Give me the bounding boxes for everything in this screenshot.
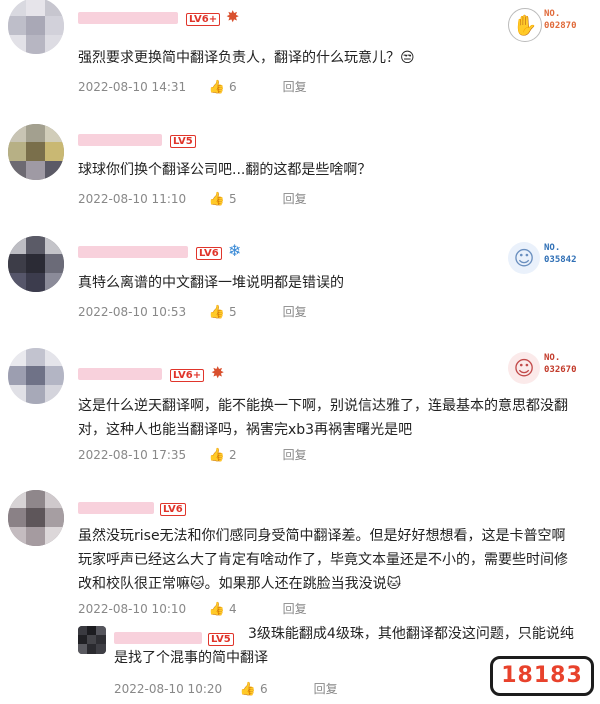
reply-button[interactable]: 回复 xyxy=(283,446,307,463)
username[interactable] xyxy=(78,246,188,258)
comment-item: LV6+ ✸ ☺ NO. 032670 这是什么逆天翻译啊，能不能换一下啊，别说… xyxy=(0,334,600,474)
reply-button[interactable]: 回复 xyxy=(283,303,307,320)
thumbs-up-icon: 👍 xyxy=(239,682,257,697)
comment-meta: 2022-08-10 10:53 👍 5 回复 xyxy=(78,303,307,320)
character-icon: ☺ xyxy=(508,352,540,384)
timestamp: 2022-08-10 10:20 xyxy=(114,682,223,696)
comment-meta: 2022-08-10 10:20 👍 6 回复 xyxy=(114,680,338,697)
timestamp: 2022-08-10 11:10 xyxy=(78,192,187,206)
avatar[interactable] xyxy=(8,348,64,404)
reply-button[interactable]: 回复 xyxy=(314,680,338,697)
like-button[interactable]: 👍 6 xyxy=(240,682,310,697)
paw-icon: ✋ xyxy=(508,8,542,42)
character-icon: ☺ xyxy=(508,242,540,274)
reply-button[interactable]: 回复 xyxy=(283,190,307,207)
timestamp: 2022-08-10 17:35 xyxy=(78,448,187,462)
comment-item: LV6+ ✸ ✋ NO. 002870 强烈要求更换简中翻译负责人，翻译的什么玩… xyxy=(0,0,600,108)
avatar[interactable] xyxy=(8,0,64,54)
medal-icon: ✸ xyxy=(226,7,240,26)
timestamp: 2022-08-10 10:53 xyxy=(78,305,187,319)
reply-button[interactable]: 回复 xyxy=(283,78,307,95)
avatar[interactable] xyxy=(8,124,64,180)
thumbs-up-icon: 👍 xyxy=(208,602,226,617)
avatar[interactable] xyxy=(78,626,106,654)
comment-text: 球球你们换个翻译公司吧...翻的这都是些啥啊？ xyxy=(78,162,372,178)
timestamp: 2022-08-10 10:10 xyxy=(78,602,187,616)
username[interactable] xyxy=(78,12,178,24)
timestamp: 2022-08-10 14:31 xyxy=(78,80,187,94)
like-button[interactable]: 👍 4 xyxy=(209,602,279,617)
avatar[interactable] xyxy=(8,236,64,292)
site-watermark-logo: 18183 xyxy=(490,656,594,696)
level-badge: LV5 xyxy=(170,135,196,148)
member-number-badge: ✋ NO. 002870 xyxy=(508,4,590,42)
cat-emoji-icon: 🐱 xyxy=(386,576,402,592)
level-badge: LV6+ xyxy=(170,369,205,382)
like-button[interactable]: 👍 2 xyxy=(209,448,279,463)
thumbs-up-icon: 👍 xyxy=(208,448,226,463)
like-button[interactable]: 👍 5 xyxy=(209,305,279,320)
medal-icon: ❄ xyxy=(228,241,242,260)
level-badge: LV6+ xyxy=(186,13,221,26)
comment-meta: 2022-08-10 10:10 👍 4 回复 xyxy=(78,600,307,617)
avatar[interactable] xyxy=(8,490,64,546)
comment-text: 真特么离谱的中文翻译一堆说明都是错误的 xyxy=(78,275,344,291)
username[interactable] xyxy=(78,134,162,146)
reply-button[interactable]: 回复 xyxy=(283,600,307,617)
like-button[interactable]: 👍 6 xyxy=(209,80,279,95)
emoji-icon: 😒 xyxy=(400,50,415,66)
thumbs-up-icon: 👍 xyxy=(208,192,226,207)
comment-meta: 2022-08-10 11:10 👍 5 回复 xyxy=(78,190,307,207)
comment-meta: 2022-08-10 17:35 👍 2 回复 xyxy=(78,446,307,463)
thumbs-up-icon: 👍 xyxy=(208,80,226,95)
level-badge: LV6 xyxy=(160,503,186,516)
comment-text: 强烈要求更换简中翻译负责人，翻译的什么玩意儿？😒 xyxy=(78,50,415,66)
comment-text: 这是什么逆天翻译啊，能不能换一下啊，别说信达雅了，连最基本的意思都没翻 对，这种… xyxy=(78,398,568,438)
medal-icon: ✸ xyxy=(211,363,225,382)
username[interactable] xyxy=(78,502,154,514)
thumbs-up-icon: 👍 xyxy=(208,305,226,320)
comment-item: LV5 球球你们换个翻译公司吧...翻的这都是些啥啊？ 2022-08-10 1… xyxy=(0,110,600,220)
comment-item: LV6 ❄ ☺ NO. 035842 真特么离谱的中文翻译一堆说明都是错误的 2… xyxy=(0,222,600,332)
level-badge: LV6 xyxy=(196,247,222,260)
member-number-badge: ☺ NO. 032670 xyxy=(508,348,590,386)
comment-meta: 2022-08-10 14:31 👍 6 回复 xyxy=(78,78,307,95)
like-button[interactable]: 👍 5 xyxy=(209,192,279,207)
username[interactable] xyxy=(78,368,162,380)
cat-emoji-icon: 🐱 xyxy=(190,576,205,592)
comment-text: 虽然没玩rise无法和你们感同身受简中翻译差。但是好好想想看，这是卡普空啊 玩家… xyxy=(78,528,568,592)
